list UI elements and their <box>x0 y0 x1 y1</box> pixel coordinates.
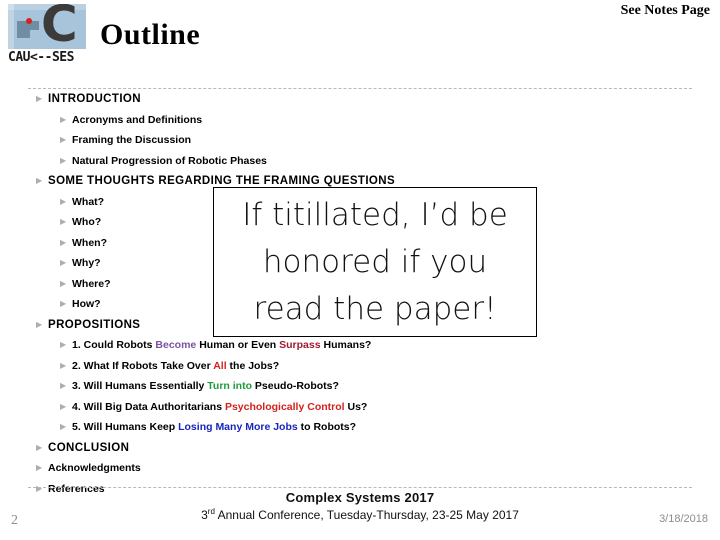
slide-footer: 2 Complex Systems 2017 3rd Annual Confer… <box>0 490 720 540</box>
chevron-right-icon: ▶ <box>60 401 67 411</box>
page-title: Outline <box>100 18 201 51</box>
logo-shape-stub <box>17 30 30 38</box>
outline-row-label: Where? <box>72 277 111 290</box>
outline-text-segment: Surpass <box>279 339 321 351</box>
outline-text-segment: Psychologically <box>224 400 305 413</box>
outline-row-label: Who? <box>72 216 102 228</box>
chevron-right-icon: ▶ <box>36 442 43 452</box>
chevron-right-icon: ▶ <box>36 176 43 185</box>
conference-title: Complex Systems 2017 <box>285 490 435 505</box>
outline-row-label: 5. Will Humans Keep Losing Many More Job… <box>72 417 356 438</box>
outline-row[interactable]: ▶ CONCLUSION <box>0 438 720 459</box>
date-stamp: 3/18/2018 <box>659 513 708 525</box>
logo-wordmark: CAU<--SES <box>8 50 74 65</box>
outline-text-segment: Humans? <box>320 339 372 351</box>
outline-row[interactable]: ▶ Natural Progression of Robotic Phases <box>0 151 720 172</box>
outline-text-segment: Become <box>155 339 197 351</box>
callout-line-1: If titillated, I’d be <box>242 196 508 233</box>
outline-row[interactable]: ▶ Acronyms and Definitions <box>0 110 720 131</box>
conference-dates: Annual Conference, Tuesday-Thursday, 23-… <box>214 508 519 522</box>
conference-subtitle: 3rd Annual Conference, Tuesday-Thursday,… <box>0 507 720 522</box>
conference-ordinal-number: 3 <box>201 508 208 522</box>
footer-divider <box>28 487 692 488</box>
outline-row-label: Natural Progression of Robotic Phases <box>72 154 267 167</box>
conference-ordinal-suffix: rd <box>207 507 215 516</box>
chevron-right-icon: ▶ <box>36 94 43 103</box>
callout-line-2: honored if you <box>262 243 488 280</box>
outline-row-label: INTRODUCTION <box>48 93 141 105</box>
outline-text-segment: Human or Even <box>196 339 280 351</box>
outline-text-segment: Us? <box>344 400 368 413</box>
chevron-right-icon: ▶ <box>60 381 67 390</box>
outline-row-label: 1. Could Robots Become Human or Even Sur… <box>72 335 371 356</box>
chevron-right-icon: ▶ <box>60 135 67 144</box>
chevron-right-icon: ▶ <box>60 278 67 288</box>
outline-text-segment: 3. Will Humans Essentially <box>72 380 208 392</box>
outline-row-label: Acronyms and Definitions <box>72 113 203 126</box>
outline-text-segment: 1. Could Robots <box>72 339 156 351</box>
outline-text-segment: Losing Many More Jobs <box>178 421 298 433</box>
outline-row-label: When? <box>72 236 107 249</box>
outline-row-label: 4. Will Big Data Authoritarians Psycholo… <box>72 397 367 418</box>
outline-row-label: 3. Will Humans Essentially Turn into Pse… <box>72 376 339 397</box>
chevron-right-icon: ▶ <box>60 196 67 206</box>
outline-row[interactable]: ▶ 2. What If Robots Take Over All the Job… <box>0 356 720 377</box>
outline-row[interactable]: ▶ 5. Will Humans Keep Losing Many More Jo… <box>0 417 720 438</box>
chevron-right-icon: ▶ <box>36 463 43 472</box>
logo-letter-c: C <box>41 4 78 49</box>
outline-text-segment: Control <box>307 400 345 413</box>
outline-text-segment: Pseudo-Robots? <box>252 380 339 392</box>
outline-text-segment: 5. Will Humans Keep <box>72 421 179 433</box>
cau-ses-logo: C CAU<--SES <box>8 4 88 65</box>
outline-text-segment: All <box>213 359 227 372</box>
chevron-right-icon: ▶ <box>60 155 67 165</box>
outline-row-label: Why? <box>72 257 101 269</box>
see-notes-page-label[interactable]: See Notes Page <box>621 3 710 19</box>
outline-row-label: CONCLUSION <box>48 441 130 454</box>
slide-header: C CAU<--SES Outline See Notes Page <box>0 0 720 82</box>
callout-textbox: If titillated, I’d be honored if you rea… <box>213 187 537 337</box>
outline-text-segment: Turn into <box>207 380 253 392</box>
outline-row[interactable]: ▶ Acknowledgments <box>0 458 720 479</box>
outline-row-label: Acknowledgments <box>48 462 141 474</box>
chevron-right-icon: ▶ <box>60 422 67 431</box>
outline-text-segment: 2. What If Robots Take Over <box>72 359 214 372</box>
callout-line-3: read the paper! <box>253 290 497 327</box>
logo-mark: C <box>8 4 86 49</box>
outline-row[interactable]: ▶ Framing the Discussion <box>0 130 720 151</box>
chevron-right-icon: ▶ <box>60 340 67 349</box>
chevron-right-icon: ▶ <box>60 360 67 370</box>
chevron-right-icon: ▶ <box>36 319 43 329</box>
outline-row-label: What? <box>72 195 105 208</box>
outline-row[interactable]: ▶ 3. Will Humans Essentially Turn into Ps… <box>0 376 720 397</box>
outline-text-segment: to Robots? <box>297 421 357 433</box>
outline-row[interactable]: ▶ INTRODUCTION <box>0 89 720 110</box>
chevron-right-icon: ▶ <box>60 299 67 308</box>
outline-row[interactable]: ▶ 1. Could Robots Become Human or Even Su… <box>0 335 720 356</box>
chevron-right-icon: ▶ <box>60 217 67 226</box>
outline-row-label: How? <box>72 298 101 310</box>
outline-text-segment: the Jobs? <box>226 359 280 372</box>
outline-row-label: PROPOSITIONS <box>48 318 141 331</box>
logo-red-dot <box>26 18 32 24</box>
chevron-right-icon: ▶ <box>60 114 67 124</box>
chevron-right-icon: ▶ <box>60 258 67 267</box>
chevron-right-icon: ▶ <box>60 237 67 247</box>
conference-info: Complex Systems 2017 3rd Annual Conferen… <box>0 490 720 522</box>
outline-row-label: Framing the Discussion <box>72 134 192 146</box>
outline-text-segment: 4. Will Big Data Authoritarians <box>72 400 225 413</box>
outline-row[interactable]: ▶ 4. Will Big Data Authoritarians Psychol… <box>0 397 720 418</box>
outline-row-label: 2. What If Robots Take Over All the Jobs… <box>72 356 279 377</box>
